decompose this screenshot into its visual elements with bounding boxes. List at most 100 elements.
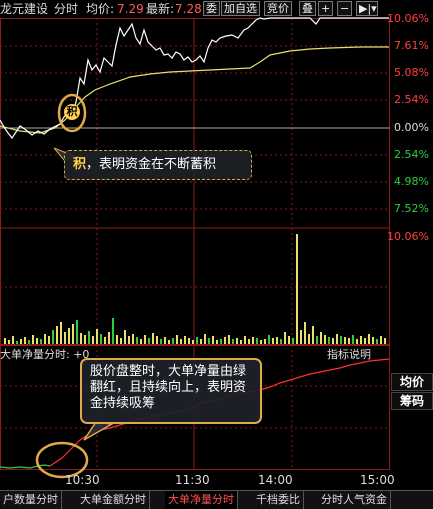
volume-bar [188, 338, 190, 344]
volume-bar [124, 330, 126, 344]
volume-bar [136, 337, 138, 344]
indicator-tabs: 户数量分时 大单金额分时 大单净量分时 千档委比 分时人气资金 [0, 490, 433, 509]
volume-bar [84, 335, 86, 344]
volume-bar [144, 335, 146, 344]
tab-popularity-funds[interactable]: 分时人气资金 [318, 491, 391, 509]
volume-bar [360, 336, 362, 344]
volume-bar [336, 334, 338, 344]
volume-bar [148, 338, 150, 344]
price-axis-label: 4.98% [394, 175, 429, 188]
volume-bar [196, 337, 198, 344]
price-axis-label: 5.08% [394, 66, 429, 79]
accumulation-marker: 积 [64, 104, 80, 120]
volume-bar [92, 336, 94, 344]
volume-bar [244, 336, 246, 344]
tab-large-order-amount[interactable]: 大单金额分时 [77, 491, 150, 509]
volume-bar [320, 332, 322, 344]
volume-bar [36, 338, 38, 344]
callout1-text: ，表明资金在不断蓄积 [86, 157, 217, 172]
volume-bar [176, 335, 178, 344]
accumulation-callout: 积，表明资金在不断蓄积 [64, 150, 252, 180]
volume-bar [112, 318, 114, 344]
avg-price-side-button[interactable]: 均价 [391, 373, 433, 391]
volume-bar [96, 329, 98, 344]
volume-bar [332, 338, 334, 344]
volume-bar [24, 337, 26, 344]
price-axis-label: 10.06% [387, 12, 429, 25]
volume-bar [356, 339, 358, 344]
volume-bar [276, 337, 278, 344]
volume-bar [216, 340, 218, 344]
volume-bar [308, 334, 310, 344]
volume-bar [252, 337, 254, 344]
volume-bar [248, 339, 250, 344]
volume-bar [168, 340, 170, 344]
volume-bar [376, 339, 378, 344]
volume-bar [344, 337, 346, 344]
price-axis-label: 2.54% [394, 93, 429, 106]
volume-bar [68, 328, 70, 344]
volume-bar [104, 337, 106, 344]
callout1-keyword: 积 [73, 157, 87, 172]
flip-marker-ring [35, 441, 89, 479]
volume-bar [164, 337, 166, 344]
volume-bar [88, 331, 90, 344]
volume-bar [256, 338, 258, 344]
volume-bar [264, 339, 266, 344]
price-axis-label: 0.00% [394, 121, 429, 134]
volume-bar [180, 339, 182, 344]
volume-bar [380, 336, 382, 344]
volume-bar [288, 336, 290, 344]
tab-holder-count[interactable]: 户数量分时 [0, 491, 62, 509]
volume-bar [260, 340, 262, 344]
volume-bar [348, 338, 350, 344]
volume-bar [292, 338, 294, 344]
volume-bar [316, 336, 318, 344]
volume-bar [140, 339, 142, 344]
price-axis-label: 7.52% [394, 202, 429, 215]
volume-bar [296, 234, 298, 344]
time-label: 11:30 [175, 473, 210, 487]
volume-bar [28, 340, 30, 344]
volume-bar [352, 335, 354, 344]
volume-bar [160, 339, 162, 344]
volume-bar [300, 330, 302, 344]
volume-bar [280, 339, 282, 344]
volume-bar [184, 336, 186, 344]
sub-chart-title: 大单净量分时: +0 [0, 348, 90, 361]
volume-bar [52, 330, 54, 344]
net-volume-callout: 股价盘整时，大单净量由绿翻红，且持续向上，表明资金持续吸筹 [80, 358, 262, 424]
volume-bar [120, 338, 122, 344]
volume-axis-label: 10.06% [387, 230, 429, 243]
volume-bar [340, 336, 342, 344]
price-axis-label: 7.61% [394, 39, 429, 52]
intraday-chart [0, 17, 390, 479]
volume-bar [132, 334, 134, 344]
chip-distribution-side-button[interactable]: 筹码 [391, 392, 433, 410]
volume-bar [44, 334, 46, 344]
callout2-pointer [83, 421, 115, 441]
time-label: 14:00 [258, 473, 293, 487]
tab-order-ratio[interactable]: 千档委比 [253, 491, 304, 509]
volume-bar [312, 326, 314, 344]
indicator-help-button[interactable]: 指标说明 [327, 346, 371, 362]
time-label: 15:00 [360, 473, 395, 487]
volume-bar [40, 339, 42, 344]
volume-bar [32, 335, 34, 344]
volume-bar [80, 333, 82, 344]
volume-bars [4, 234, 386, 344]
volume-bar [172, 338, 174, 344]
volume-bar [236, 338, 238, 344]
tab-large-order-net-volume[interactable]: 大单净量分时 [165, 491, 238, 509]
volume-bar [8, 340, 10, 344]
price-axis-label: 2.54% [394, 148, 429, 161]
volume-bar [240, 340, 242, 344]
volume-bar [328, 337, 330, 344]
volume-bar [48, 336, 50, 344]
volume-bar [372, 337, 374, 344]
volume-bar [368, 334, 370, 344]
volume-bar [108, 332, 110, 344]
volume-bar [64, 332, 66, 344]
volume-bar [156, 336, 158, 344]
volume-bar [212, 336, 214, 344]
